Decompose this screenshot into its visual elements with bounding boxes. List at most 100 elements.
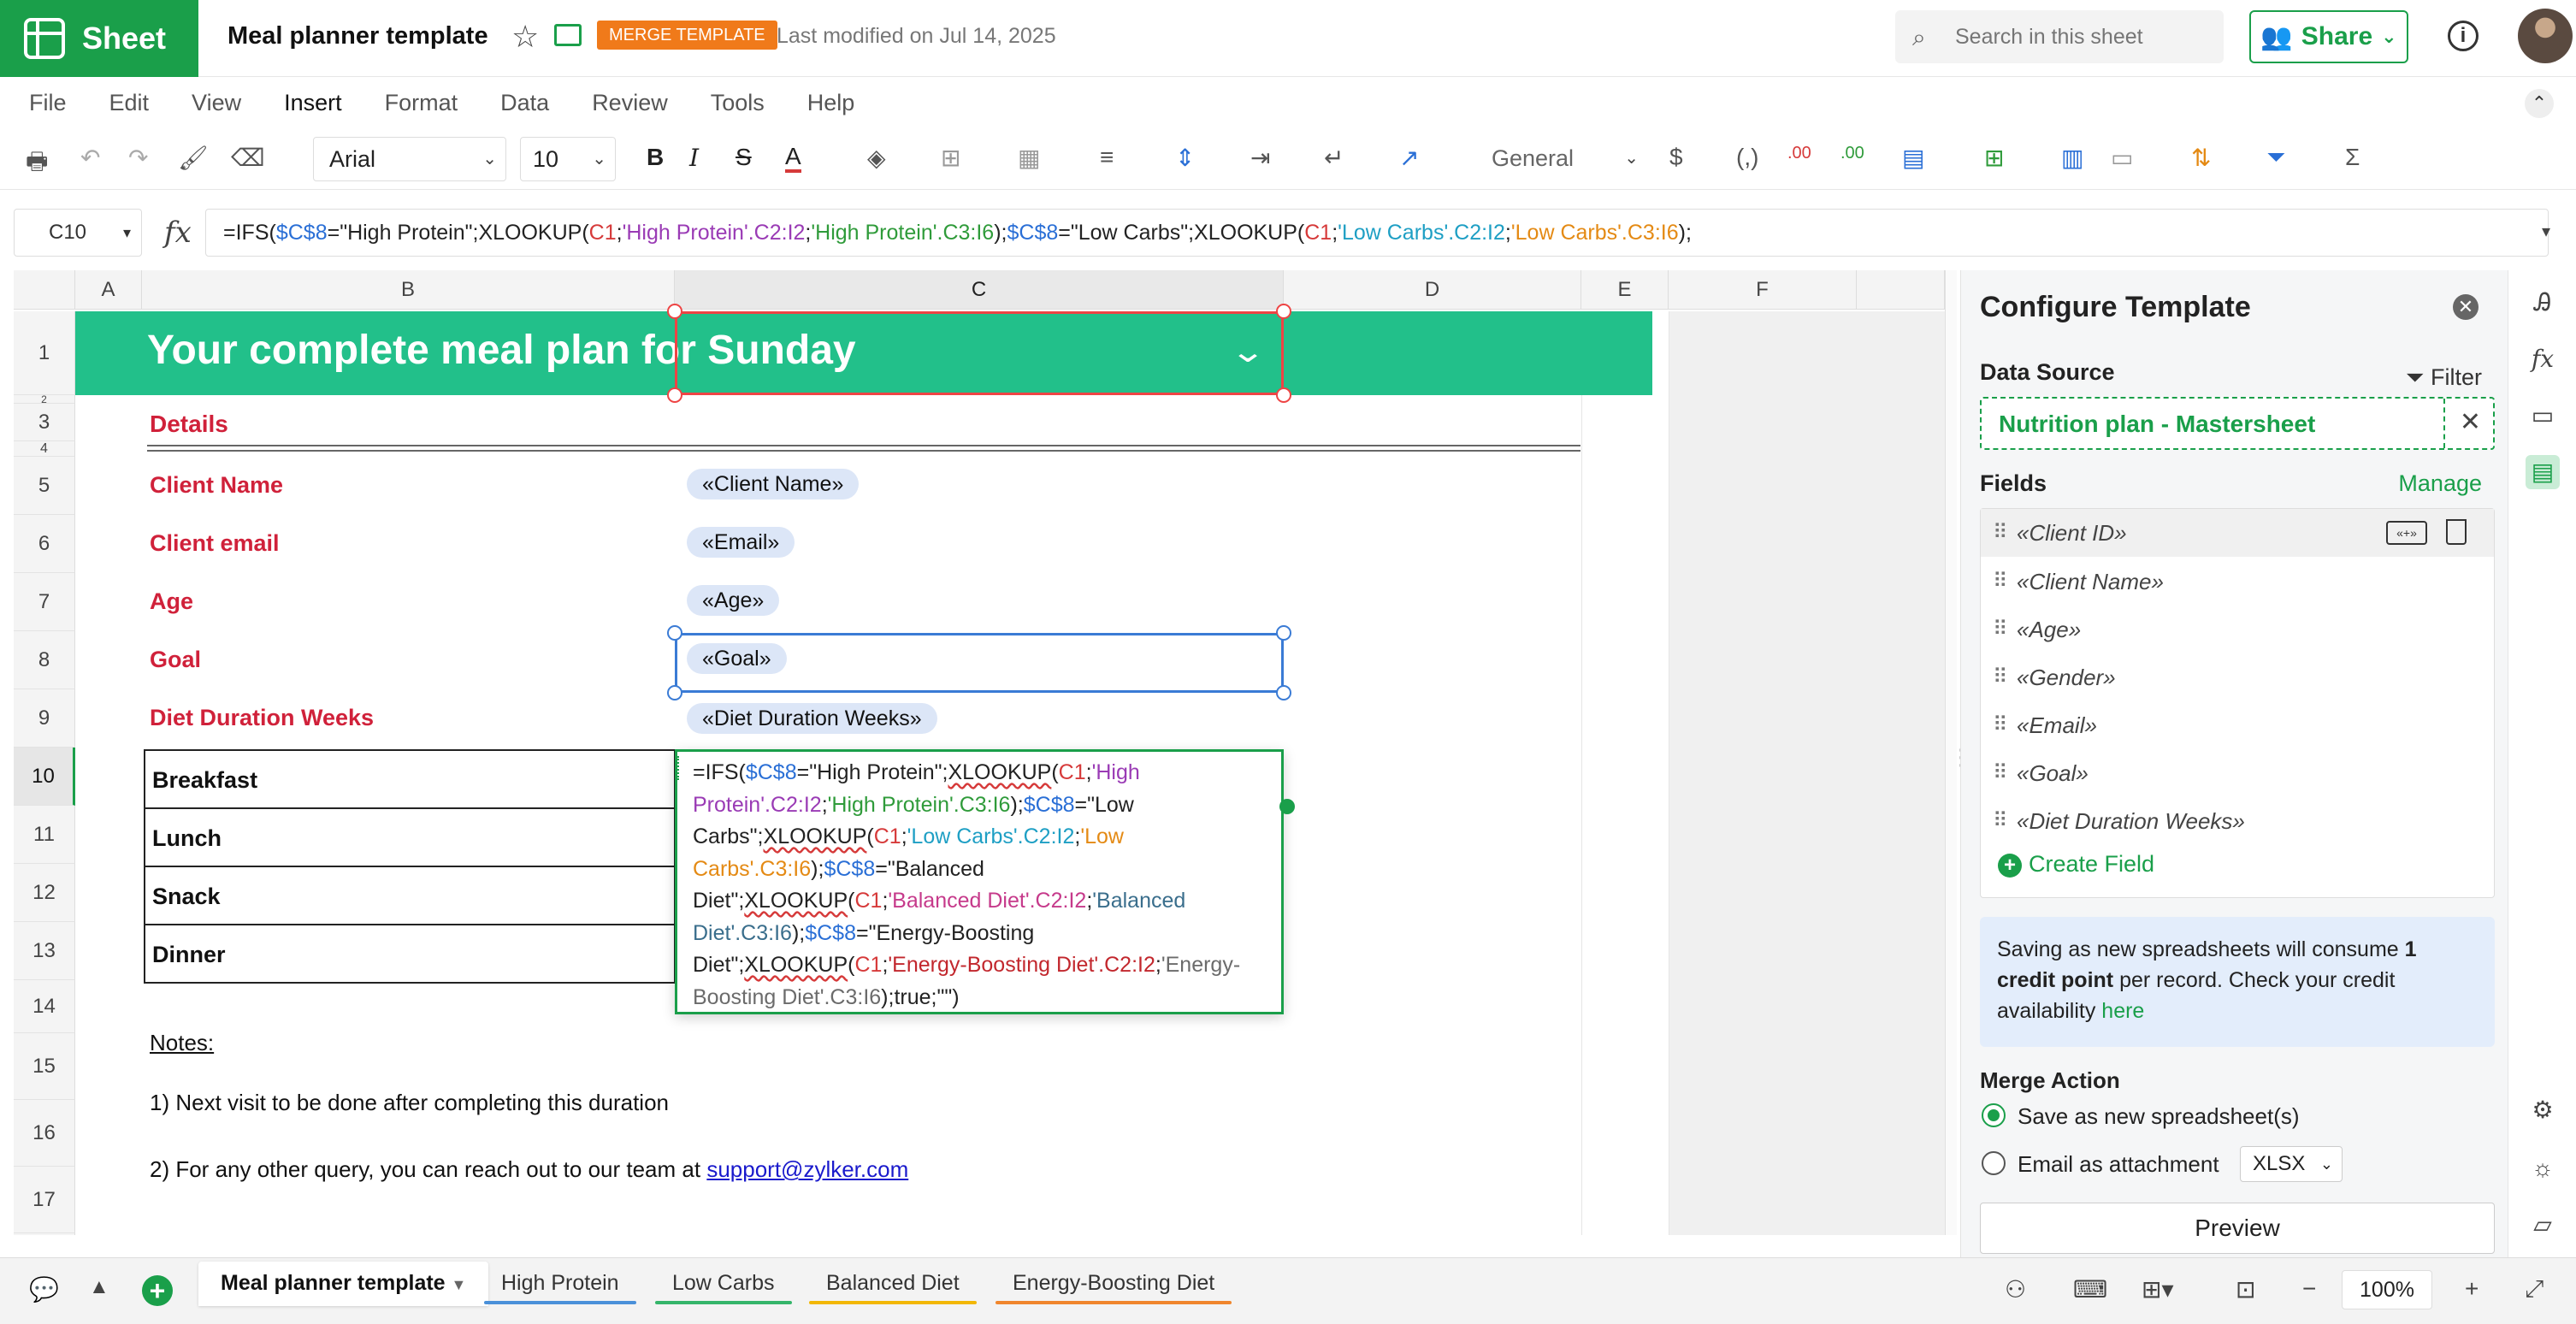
column-header-d[interactable]: D <box>1284 270 1581 310</box>
row-header-1[interactable]: 1 <box>14 311 75 395</box>
selection-handle[interactable] <box>667 685 682 700</box>
save-new-radio[interactable] <box>1982 1103 2006 1127</box>
info-icon[interactable]: i <box>2448 21 2479 51</box>
add-sheet-icon[interactable]: + <box>142 1275 173 1306</box>
row-header-7[interactable]: 7 <box>14 573 75 631</box>
column-header-c[interactable]: C <box>675 270 1284 310</box>
drag-handle-icon[interactable]: ⠿ <box>1993 558 2007 606</box>
tab-high-protein[interactable]: High Protein <box>479 1262 641 1306</box>
row-header-10[interactable]: 10 <box>14 748 75 806</box>
chevron-down-icon[interactable]: ▼ <box>452 1276 467 1293</box>
editor-drag-handle[interactable] <box>677 756 682 780</box>
folder-icon[interactable] <box>554 24 582 46</box>
drag-handle-icon[interactable]: ⠿ <box>1993 749 2007 797</box>
selection-handle[interactable] <box>1276 625 1291 641</box>
email-attachment-radio[interactable] <box>1982 1151 2006 1175</box>
field-item[interactable]: ⠿ «Client Name» <box>1981 558 2494 606</box>
drag-handle-icon[interactable]: ⠿ <box>1993 606 2007 653</box>
selection-handle[interactable] <box>667 387 682 403</box>
meal-snack[interactable]: Snack <box>145 867 676 925</box>
text-wrap-icon[interactable]: ↵ <box>1324 144 1344 172</box>
spell-check-icon[interactable]: Ꭿ <box>2526 286 2560 320</box>
row-header-6[interactable]: 6 <box>14 515 75 573</box>
row-header-3[interactable]: 3 <box>14 404 75 441</box>
row-header-9[interactable]: 9 <box>14 689 75 748</box>
comma-style-icon[interactable]: (,) <box>1736 144 1758 171</box>
fit-screen-icon[interactable]: ⊡ <box>2236 1275 2255 1303</box>
row-header-14[interactable]: 14 <box>14 980 75 1033</box>
insert-table-icon[interactable]: ⊞ <box>1984 144 2004 172</box>
increase-decimal-icon[interactable]: .00 <box>1840 144 1864 163</box>
close-icon[interactable]: ✕ <box>2453 294 2479 320</box>
row-header-12[interactable]: 12 <box>14 864 75 922</box>
view-grid-icon[interactable]: ⊞▾ <box>2142 1275 2174 1303</box>
support-email-link[interactable]: support@zylker.com <box>706 1156 908 1182</box>
email-attachment-label[interactable]: Email as attachment <box>2018 1151 2219 1178</box>
undo-icon[interactable]: ↶ <box>80 144 100 172</box>
row-header-11[interactable]: 11 <box>14 806 75 864</box>
chat-icon[interactable]: 💬 <box>29 1275 59 1303</box>
tab-meal-planner-template[interactable]: Meal planner template ▼ <box>198 1262 489 1306</box>
strikethrough-icon[interactable]: S <box>736 144 752 171</box>
save-new-label[interactable]: Save as new spreadsheet(s) <box>2018 1103 2300 1130</box>
decrease-decimal-icon[interactable]: .00 <box>1787 144 1811 163</box>
menu-format[interactable]: Format <box>385 90 458 116</box>
number-format-select[interactable]: General ⌄ <box>1480 137 1647 181</box>
preview-button[interactable]: Preview <box>1980 1203 2495 1254</box>
conditional-format-icon[interactable]: ▤ <box>1902 144 1924 172</box>
column-header-a[interactable]: A <box>75 270 142 310</box>
merge-template-icon[interactable]: ▤ <box>2526 455 2560 489</box>
tab-balanced-diet[interactable]: Balanced Diet <box>804 1262 982 1306</box>
zoom-in-icon[interactable]: + <box>2465 1275 2479 1303</box>
selection-handle[interactable] <box>667 625 682 641</box>
tab-low-carbs[interactable]: Low Carbs <box>650 1262 797 1306</box>
last-modified-text[interactable]: Last modified on Jul 14, 2025 <box>777 24 1056 49</box>
data-source-box[interactable]: Nutrition plan - Mastersheet ✕ <box>1980 397 2495 450</box>
clear-format-icon[interactable]: ⌫ <box>231 144 265 172</box>
attachment-format-select[interactable]: XLSX ⌄ <box>2240 1146 2343 1182</box>
field-item[interactable]: ⠿ «Diet Duration Weeks» <box>1981 797 2494 845</box>
drag-handle-icon[interactable]: ⠿ <box>1993 701 2007 749</box>
menu-help[interactable]: Help <box>807 90 855 116</box>
manage-fields-link[interactable]: Manage <box>2398 470 2482 497</box>
indent-icon[interactable]: ⇥ <box>1250 144 1270 172</box>
field-item[interactable]: ⠿ «Client ID» «+» <box>1981 509 2494 557</box>
text-rotation-icon[interactable]: ↗ <box>1399 144 1419 172</box>
expand-formula-icon[interactable]: ▾ <box>2542 221 2550 242</box>
font-size-select[interactable]: 10 ⌄ <box>520 137 616 181</box>
insert-image-icon[interactable]: ▭ <box>2111 144 2133 172</box>
vertical-align-icon[interactable]: ⇕ <box>1175 144 1195 172</box>
fill-color-icon[interactable]: ◈ <box>867 144 886 172</box>
selection-handle[interactable] <box>1276 304 1291 319</box>
create-field-button[interactable]: + Create Field <box>1998 851 2154 878</box>
borders-icon[interactable]: ⊞ <box>941 144 960 172</box>
menu-edit[interactable]: Edit <box>109 90 150 116</box>
spreadsheet-grid[interactable]: A B C D E F 1 2 3 4 5 6 7 8 9 10 11 12 1… <box>14 270 1945 1235</box>
currency-icon[interactable]: $ <box>1669 144 1683 171</box>
row-header-17[interactable]: 17 <box>14 1167 75 1233</box>
filter-button[interactable]: ⏷ Filter <box>2406 364 2482 392</box>
remove-data-source-icon[interactable]: ✕ <box>2460 407 2481 437</box>
placeholder-client-name[interactable]: «Client Name» <box>687 469 860 499</box>
format-painter-icon[interactable]: 🖌 <box>178 144 209 172</box>
meal-lunch[interactable]: Lunch <box>145 809 676 867</box>
column-header-b[interactable]: B <box>142 270 675 310</box>
placeholder-goal[interactable]: «Goal» <box>687 643 787 674</box>
insert-chart-icon[interactable]: ▥ <box>2061 144 2083 172</box>
chevron-down-icon[interactable]: ⌄ <box>1230 334 1266 369</box>
functions-icon[interactable]: Σ <box>2345 144 2360 171</box>
app-brand[interactable]: Sheet <box>0 0 198 77</box>
print-icon[interactable]: 🖶 <box>26 144 48 185</box>
row-header-18[interactable]: 18 <box>14 1233 75 1235</box>
horizontal-align-icon[interactable]: ≡ <box>1100 144 1114 171</box>
zoom-level-select[interactable]: 100% <box>2342 1270 2432 1309</box>
collaboration-icon[interactable]: ⚇ <box>2005 1275 2026 1303</box>
sort-icon[interactable]: ⇅ <box>2191 144 2211 172</box>
menu-data[interactable]: Data <box>500 90 549 116</box>
row-header-8[interactable]: 8 <box>14 631 75 689</box>
search-input[interactable] <box>1955 22 2212 51</box>
search-box[interactable]: ⌕ <box>1895 10 2224 63</box>
redo-icon[interactable]: ↷ <box>128 144 148 172</box>
share-stack-icon[interactable]: ▱ <box>2526 1208 2560 1242</box>
day-dropdown-cell[interactable] <box>675 311 1284 395</box>
